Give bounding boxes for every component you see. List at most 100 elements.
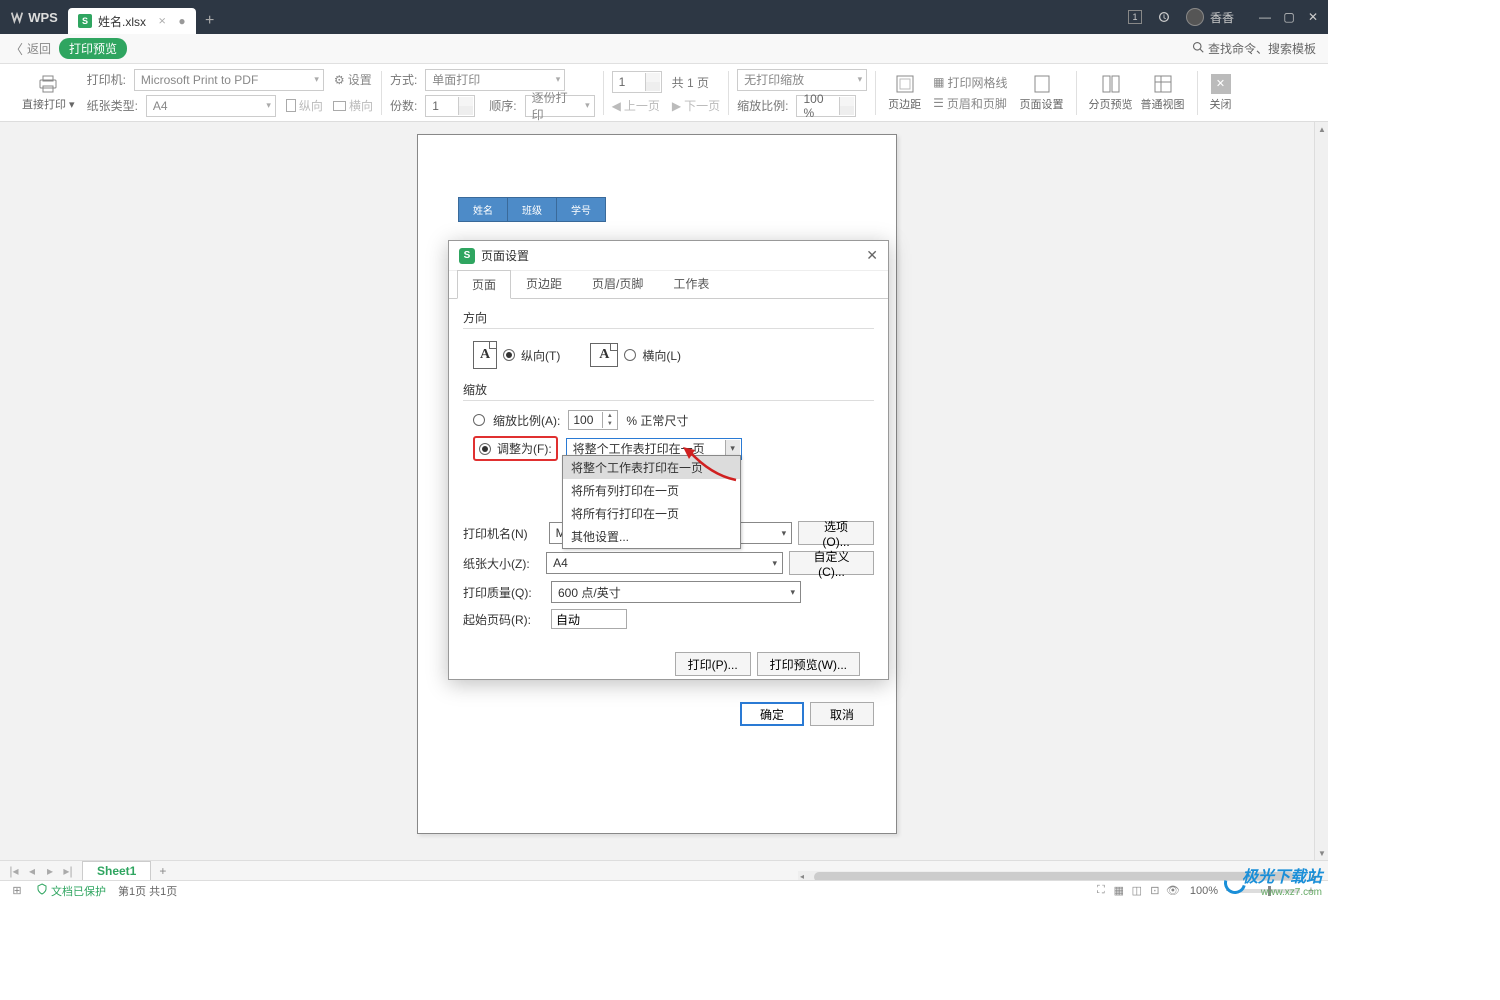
- close-icon: ✕: [1211, 74, 1231, 94]
- landscape-radio[interactable]: [624, 349, 636, 361]
- zoom-out-button[interactable]: −: [1222, 884, 1236, 898]
- new-tab-button[interactable]: +: [196, 8, 224, 34]
- zoom-value: 100%: [1190, 885, 1218, 897]
- printer-select[interactable]: Microsoft Print to PDF: [134, 69, 324, 91]
- scale-ratio-radio[interactable]: [473, 414, 485, 426]
- adjust-to-dropdown: 将整个工作表打印在一页 将所有列打印在一页 将所有行打印在一页 其他设置...: [562, 455, 741, 549]
- app-logo[interactable]: WPS: [0, 0, 68, 34]
- close-preview-button[interactable]: ✕ 关闭: [1206, 74, 1236, 112]
- page-setup-icon: [1030, 74, 1054, 94]
- page-info: 第1页 共1页: [118, 883, 177, 899]
- grid-icon: ▦: [933, 75, 944, 89]
- document-tab[interactable]: S 姓名.xlsx ⨯ ●: [68, 8, 196, 34]
- settings-link[interactable]: ⚙ 设置: [334, 71, 372, 88]
- portrait-toggle[interactable]: 纵向: [286, 97, 323, 114]
- sheet-nav-last[interactable]: ▸|: [60, 864, 76, 878]
- scroll-down-icon[interactable]: ▼: [1315, 846, 1329, 860]
- dialog-close-button[interactable]: ✕: [866, 247, 878, 264]
- mode-select[interactable]: 单面打印: [425, 69, 565, 91]
- next-page-button[interactable]: ▶下一页: [672, 97, 720, 114]
- notification-icon[interactable]: [1156, 9, 1172, 25]
- avatar-icon: [1186, 8, 1204, 26]
- portrait-radio[interactable]: [503, 349, 515, 361]
- portrait-icon: [286, 99, 296, 112]
- sheet-tab[interactable]: Sheet1: [82, 861, 151, 880]
- scaling-label: 缩放: [463, 381, 874, 401]
- view-icon-3[interactable]: ◫: [1130, 884, 1144, 898]
- page-number-spinner[interactable]: 1: [612, 71, 662, 93]
- normal-view-button[interactable]: 普通视图: [1137, 74, 1189, 112]
- dialog-title: 页面设置: [481, 247, 529, 264]
- dropdown-option[interactable]: 其他设置...: [563, 525, 740, 548]
- page-setup-dialog: S 页面设置 ✕ 页面 页边距 页眉/页脚 工作表 方向 A 纵向(T) A 横…: [448, 240, 889, 680]
- vertical-scrollbar[interactable]: ▲ ▼: [1314, 122, 1328, 860]
- ok-button[interactable]: 确定: [740, 702, 804, 726]
- custom-button[interactable]: 自定义(C)...: [789, 551, 874, 575]
- dropdown-option[interactable]: 将所有列打印在一页: [563, 479, 740, 502]
- scale-mode-select[interactable]: 无打印缩放: [737, 69, 867, 91]
- landscape-page-icon: A: [590, 343, 618, 367]
- zoom-in-button[interactable]: +: [1304, 884, 1318, 898]
- prev-icon: ◀: [612, 99, 621, 113]
- paper-type-select[interactable]: A4: [146, 95, 276, 117]
- view-icon-1[interactable]: ⛶: [1094, 884, 1108, 898]
- zoom-slider[interactable]: [1240, 889, 1300, 893]
- print-preview-button[interactable]: 打印预览(W)...: [757, 652, 860, 676]
- close-window-button[interactable]: ✕: [1306, 10, 1320, 24]
- tab-worksheet[interactable]: 工作表: [658, 269, 724, 298]
- view-icon-4[interactable]: ⊡: [1148, 884, 1162, 898]
- options-button[interactable]: 选项(O)...: [798, 521, 874, 545]
- tab-page[interactable]: 页面: [457, 270, 511, 299]
- sheet-nav-first[interactable]: |◂: [6, 864, 22, 878]
- layout-icon[interactable]: ⊞: [10, 884, 24, 898]
- eye-icon[interactable]: 👁: [1166, 884, 1180, 898]
- direct-print-button[interactable]: 直接打印 ▾: [18, 74, 79, 112]
- order-select[interactable]: 逐份打印: [525, 95, 595, 117]
- protected-status[interactable]: 文档已保护: [36, 883, 106, 899]
- back-icon[interactable]: 〈: [10, 39, 23, 58]
- header-footer-button[interactable]: ☰页眉和页脚: [933, 95, 1007, 112]
- cancel-button[interactable]: 取消: [810, 702, 874, 726]
- add-sheet-button[interactable]: +: [151, 864, 174, 878]
- scale-ratio-label: 缩放比例(A):: [493, 412, 560, 429]
- tab-close-icon[interactable]: ●: [178, 14, 185, 28]
- order-label: 顺序:: [489, 97, 516, 114]
- portrait-option[interactable]: A 纵向(T): [473, 341, 560, 369]
- tab-header-footer[interactable]: 页眉/页脚: [577, 269, 658, 298]
- scale-ratio-spinner[interactable]: 100 %: [796, 95, 856, 117]
- start-page-input[interactable]: [551, 609, 627, 629]
- paper-size-combo[interactable]: A4: [546, 552, 783, 574]
- gear-icon: ⚙: [334, 73, 345, 87]
- spreadsheet-icon: S: [78, 14, 92, 28]
- prev-page-button[interactable]: ◀上一页: [612, 97, 660, 114]
- dialog-icon: S: [459, 248, 475, 264]
- dropdown-option[interactable]: 将整个工作表打印在一页: [563, 456, 740, 479]
- app-box-icon[interactable]: 1: [1128, 10, 1142, 24]
- search-commands[interactable]: 查找命令、搜索模板: [1192, 40, 1316, 57]
- page-break-button[interactable]: 分页预览: [1085, 74, 1137, 112]
- copies-spinner[interactable]: 1: [425, 95, 475, 117]
- print-button[interactable]: 打印(P)...: [675, 652, 751, 676]
- status-bar: ⊞ 文档已保护 第1页 共1页 ⛶ ▦ ◫ ⊡ 👁 100% − +: [0, 880, 1328, 900]
- return-label[interactable]: 返回: [27, 40, 51, 57]
- landscape-option[interactable]: A 横向(L): [590, 343, 681, 367]
- maximize-button[interactable]: ▢: [1282, 10, 1296, 24]
- landscape-toggle[interactable]: 横向: [333, 97, 373, 114]
- print-quality-combo[interactable]: 600 点/英寸: [551, 581, 801, 603]
- gridlines-toggle[interactable]: ▦打印网格线: [933, 74, 1007, 91]
- page-setup-button[interactable]: 页面设置: [1016, 74, 1068, 112]
- app-name: WPS: [28, 10, 58, 25]
- sheet-nav-next[interactable]: ▸: [42, 864, 58, 878]
- margins-button[interactable]: 页边距: [884, 74, 925, 112]
- view-icon-2[interactable]: ▦: [1112, 884, 1126, 898]
- user-area[interactable]: 香香: [1186, 8, 1234, 26]
- dropdown-option[interactable]: 将所有行打印在一页: [563, 502, 740, 525]
- scale-ratio-input[interactable]: 100 ▲▼: [568, 410, 618, 430]
- table-header: 姓名: [459, 198, 508, 222]
- adjust-to-radio[interactable]: [479, 443, 491, 455]
- minimize-button[interactable]: —: [1258, 10, 1272, 24]
- tab-margins[interactable]: 页边距: [511, 269, 577, 298]
- portrait-page-icon: A: [473, 341, 497, 369]
- scroll-up-icon[interactable]: ▲: [1315, 122, 1329, 136]
- sheet-nav-prev[interactable]: ◂: [24, 864, 40, 878]
